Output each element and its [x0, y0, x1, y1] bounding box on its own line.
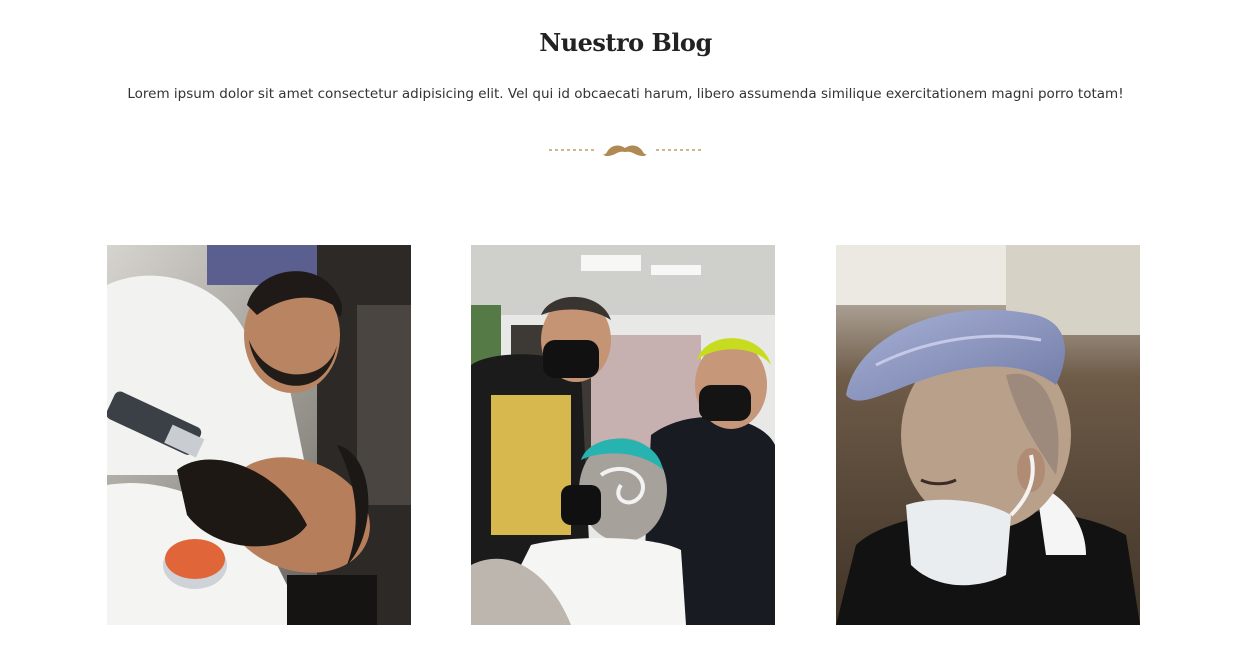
- section-title: Nuestro Blog: [539, 28, 712, 57]
- section-subtitle: Lorem ipsum dolor sit amet consectetur a…: [127, 86, 1124, 102]
- blog-post-card[interactable]: [107, 245, 411, 625]
- blog-post-image[interactable]: [836, 245, 1140, 625]
- blog-post-image[interactable]: [471, 245, 775, 625]
- blog-post-card[interactable]: [836, 245, 1140, 625]
- mustache-icon: [603, 145, 647, 156]
- blog-post-card[interactable]: [471, 245, 775, 625]
- blog-post-image[interactable]: [107, 245, 411, 625]
- section-divider: [548, 140, 703, 160]
